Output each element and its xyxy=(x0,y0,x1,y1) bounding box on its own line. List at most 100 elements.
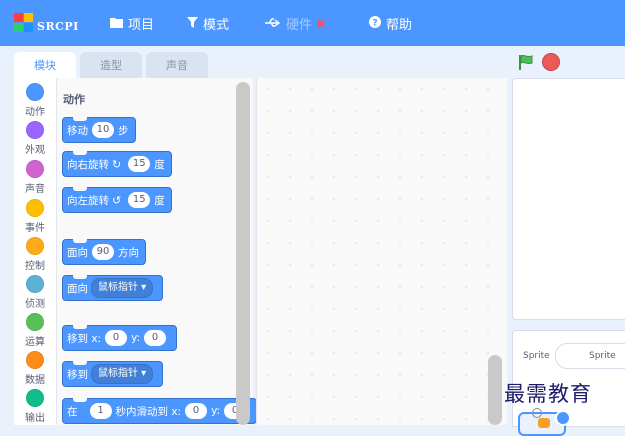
category-looks-label: 外观 xyxy=(25,145,45,156)
editor-tabs: 模块 造型 声音 xyxy=(14,52,212,78)
menu-bar: SRCPI 项目 模式 硬件 ✖ ? 帮助 xyxy=(0,0,625,46)
block-text: 度 xyxy=(154,158,165,171)
category-variables[interactable]: 数据 xyxy=(14,351,56,386)
target-dropdown[interactable]: 鼠标指针 ▾ xyxy=(91,364,154,384)
block-turn-left[interactable]: 向左旋转 ↺ 15 度 xyxy=(62,187,172,213)
app-logo[interactable]: SRCPI xyxy=(14,9,96,37)
block-goto-target[interactable]: 移到 鼠标指针 ▾ xyxy=(62,361,164,387)
block-text: 秒内滑动到 x: xyxy=(115,405,182,418)
disconnected-x-icon: ✖ xyxy=(316,16,327,31)
category-operators[interactable]: 运算 xyxy=(14,313,56,348)
category-variables-dot xyxy=(26,351,44,369)
menu-project-label: 项目 xyxy=(128,18,155,33)
menu-hardware[interactable]: 硬件 ✖ xyxy=(265,14,326,33)
logo-square-green xyxy=(14,23,23,32)
category-sound-dot xyxy=(26,160,44,178)
block-move-steps[interactable]: 移动 10 步 xyxy=(62,117,136,143)
stop-icon[interactable] xyxy=(542,53,560,71)
direction-input[interactable]: 90 xyxy=(92,244,114,260)
category-events-dot xyxy=(26,199,44,217)
rotate-left-icon: ↺ xyxy=(112,193,122,207)
category-output-dot xyxy=(26,389,44,407)
stage-controls xyxy=(510,50,625,74)
cat-sprite-icon xyxy=(538,418,550,428)
steps-input[interactable]: 10 xyxy=(92,122,114,138)
block-glide-xy[interactable]: 在 1 秒内滑动到 x: 0 y: 0 xyxy=(62,398,258,424)
filter-icon xyxy=(187,16,198,31)
svg-text:?: ? xyxy=(372,19,377,29)
target-dropdown[interactable]: 鼠标指针 ▾ xyxy=(91,278,154,298)
category-looks[interactable]: 外观 xyxy=(14,121,56,156)
sprite-info-icon xyxy=(532,408,542,418)
menu-help[interactable]: ? 帮助 xyxy=(369,14,412,33)
usb-icon xyxy=(265,17,281,31)
category-control[interactable]: 控制 xyxy=(14,237,56,272)
category-control-label: 控制 xyxy=(25,261,45,272)
category-looks-dot xyxy=(26,121,44,139)
block-point-towards[interactable]: 面向 鼠标指针 ▾ xyxy=(62,275,164,301)
category-sound-label: 声音 xyxy=(25,184,45,195)
stage-canvas[interactable] xyxy=(512,78,625,320)
block-text: 面向 xyxy=(67,246,88,259)
seconds-input[interactable]: 1 xyxy=(89,403,112,419)
sprite-name-label: Sprite xyxy=(523,351,550,361)
category-motion[interactable]: 动作 xyxy=(14,83,56,118)
block-text: 面向 xyxy=(67,282,88,295)
tab-code[interactable]: 模块 xyxy=(14,52,76,78)
block-text: y: xyxy=(211,405,221,417)
sprite-selected-badge xyxy=(555,410,571,426)
block-text: 步 xyxy=(118,124,129,137)
degrees-input[interactable]: 15 xyxy=(128,156,151,172)
category-variables-label: 数据 xyxy=(25,375,45,386)
menu-help-label: 帮助 xyxy=(386,18,413,33)
category-motion-dot xyxy=(26,83,44,101)
help-icon: ? xyxy=(369,16,381,31)
category-motion-label: 动作 xyxy=(25,107,45,118)
green-flag-icon[interactable] xyxy=(517,53,535,71)
category-control-dot xyxy=(26,237,44,255)
block-text: 度 xyxy=(154,194,165,207)
code-workspace[interactable] xyxy=(256,78,507,425)
workspace-scrollbar[interactable] xyxy=(488,355,502,425)
menu-hardware-label: 硬件 xyxy=(286,18,313,33)
x-input[interactable]: 0 xyxy=(185,403,208,419)
block-point-direction[interactable]: 面向 90 方向 xyxy=(62,239,146,265)
menu-project[interactable]: 项目 xyxy=(110,14,154,33)
block-text: y: xyxy=(131,332,141,344)
logo-square-yellow xyxy=(24,13,33,22)
block-text: 向左旋转 xyxy=(67,194,109,207)
logo-square-blue xyxy=(24,23,33,32)
block-text: 方向 xyxy=(118,246,139,259)
category-output[interactable]: 输出 xyxy=(14,389,56,424)
palette-scrollbar[interactable] xyxy=(236,82,250,425)
degrees-input[interactable]: 15 xyxy=(128,192,151,208)
tab-costumes[interactable]: 造型 xyxy=(80,52,142,78)
category-sensing[interactable]: 侦测 xyxy=(14,275,56,310)
menu-mode[interactable]: 模式 xyxy=(187,14,229,33)
folder-icon xyxy=(110,17,123,31)
tab-sounds[interactable]: 声音 xyxy=(146,52,208,78)
block-text: 在 xyxy=(67,405,78,418)
category-output-label: 输出 xyxy=(25,413,45,424)
logo-text: SRCPI xyxy=(37,20,79,33)
block-palette: 动作 移动 10 步 向右旋转 ↻ 15 度 向左旋转 ↺ 15 度 面向 90… xyxy=(57,78,258,425)
x-input[interactable]: 0 xyxy=(105,330,128,346)
sprite-field-label: Sprite xyxy=(589,351,616,361)
category-sound[interactable]: 声音 xyxy=(14,160,56,195)
block-goto-xy[interactable]: 移到 x: 0 y: 0 xyxy=(62,325,178,351)
category-menu: 动作 外观 声音 事件 控制 侦测 运算 数据 输出 xyxy=(14,78,57,425)
dropdown-value: 鼠标指针 xyxy=(98,282,138,293)
category-events[interactable]: 事件 xyxy=(14,199,56,234)
category-sensing-label: 侦测 xyxy=(25,299,45,310)
category-sensing-dot xyxy=(26,275,44,293)
block-text: 移到 x: xyxy=(67,332,102,345)
palette-heading: 动作 xyxy=(63,93,85,106)
watermark: 最需教育 xyxy=(504,382,592,406)
category-events-label: 事件 xyxy=(25,223,45,234)
y-input[interactable]: 0 xyxy=(144,330,167,346)
palette-scroll-thumb[interactable] xyxy=(236,82,250,425)
block-text: 移到 xyxy=(67,368,88,381)
block-text: 移动 xyxy=(67,124,88,137)
block-turn-right[interactable]: 向右旋转 ↻ 15 度 xyxy=(62,151,172,177)
category-operators-label: 运算 xyxy=(25,337,45,348)
